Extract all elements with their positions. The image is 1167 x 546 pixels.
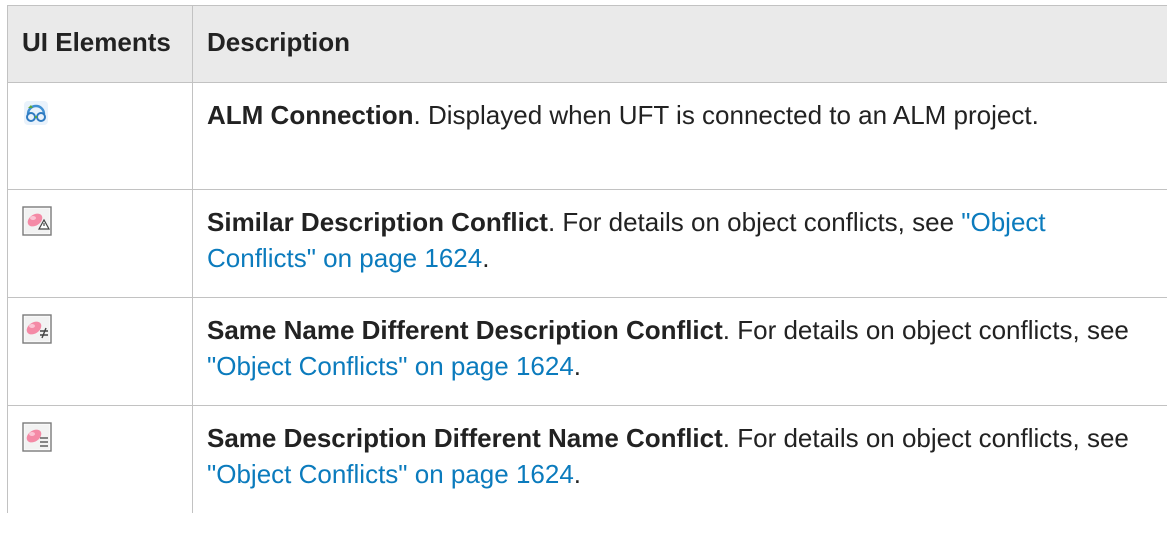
same-name-different-description-conflict-icon xyxy=(22,314,52,344)
term-label: Similar Description Conflict xyxy=(207,207,548,237)
description-cell: Same Description Different Name Conflict… xyxy=(192,405,1167,513)
description-cell: Similar Description Conflict. For detail… xyxy=(192,189,1167,298)
object-conflicts-link[interactable]: "Object Conflicts" on page 1624 xyxy=(207,459,574,489)
description-text: . For details on object conflicts, see xyxy=(547,207,962,237)
table-row: Same Name Different Description Conflict… xyxy=(7,297,1167,406)
table-row: Same Description Different Name Conflict… xyxy=(7,405,1167,513)
table-header-row: UI Elements Description xyxy=(7,5,1167,83)
description-cell: Same Name Different Description Conflict… xyxy=(192,297,1167,406)
same-description-different-name-conflict-icon xyxy=(22,422,52,452)
icon-cell xyxy=(7,405,193,513)
icon-cell xyxy=(7,297,193,406)
description-cell: ALM Connection. Displayed when UFT is co… xyxy=(192,82,1167,190)
header-description: Description xyxy=(192,5,1167,83)
icon-cell xyxy=(7,82,193,190)
sentence-end: . xyxy=(573,459,582,489)
description-text: . For details on object conflicts, see xyxy=(722,315,1129,345)
term-label: ALM Connection xyxy=(207,100,414,130)
object-conflicts-link[interactable]: "Object Conflicts" on page 1624 xyxy=(207,351,574,381)
ui-elements-table: UI Elements Description ALM Connection. xyxy=(7,5,1167,513)
similar-description-conflict-icon xyxy=(22,206,52,236)
table-row: ALM Connection. Displayed when UFT is co… xyxy=(7,82,1167,190)
header-ui-elements: UI Elements xyxy=(7,5,193,83)
icon-cell xyxy=(7,189,193,298)
description-text: . For details on object conflicts, see xyxy=(722,423,1129,453)
sentence-end: . xyxy=(573,351,582,381)
term-label: Same Name Different Description Conflict xyxy=(207,315,723,345)
description-text: . Displayed when UFT is connected to an … xyxy=(413,100,1039,130)
sentence-end: . xyxy=(482,243,490,273)
table-row: Similar Description Conflict. For detail… xyxy=(7,189,1167,298)
alm-connection-icon xyxy=(22,99,50,127)
term-label: Same Description Different Name Conflict xyxy=(207,423,723,453)
